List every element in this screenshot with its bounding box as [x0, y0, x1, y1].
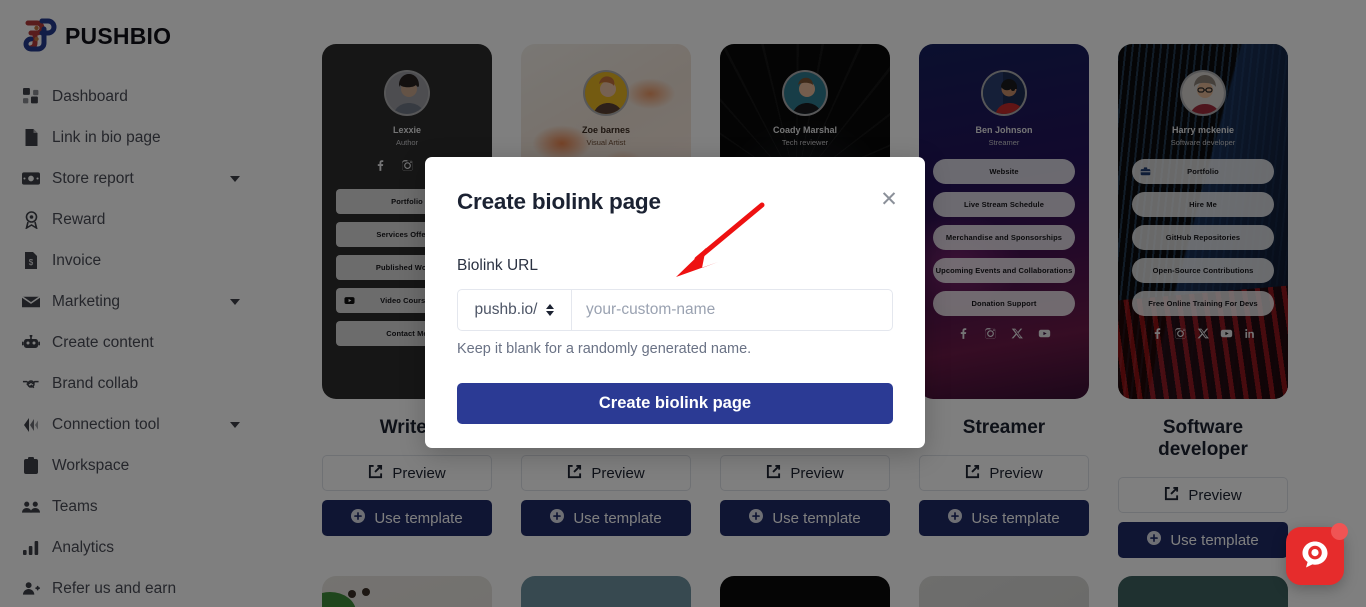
create-biolink-modal: Create biolink page ✕ Biolink URL pushb.… — [425, 157, 925, 448]
modal-title: Create biolink page — [457, 189, 661, 214]
biolink-url-hint: Keep it blank for a randomly generated n… — [457, 341, 752, 357]
biolink-url-row: pushb.io/ — [457, 289, 893, 331]
biolink-url-label: Biolink URL — [457, 257, 538, 274]
create-biolink-page-button[interactable]: Create biolink page — [457, 383, 893, 424]
chat-widget-button[interactable] — [1286, 523, 1348, 585]
chat-bubble-icon — [1300, 539, 1330, 574]
custom-name-input[interactable] — [571, 289, 893, 331]
domain-select[interactable]: pushb.io/ — [457, 289, 571, 331]
close-icon[interactable]: ✕ — [879, 189, 899, 210]
select-spinner-icon — [546, 304, 555, 316]
page-root: PUSHBIO Dashboard Link in bio page Store… — [0, 0, 1366, 607]
domain-select-value: pushb.io/ — [474, 301, 538, 318]
chat-unread-badge — [1331, 523, 1348, 540]
